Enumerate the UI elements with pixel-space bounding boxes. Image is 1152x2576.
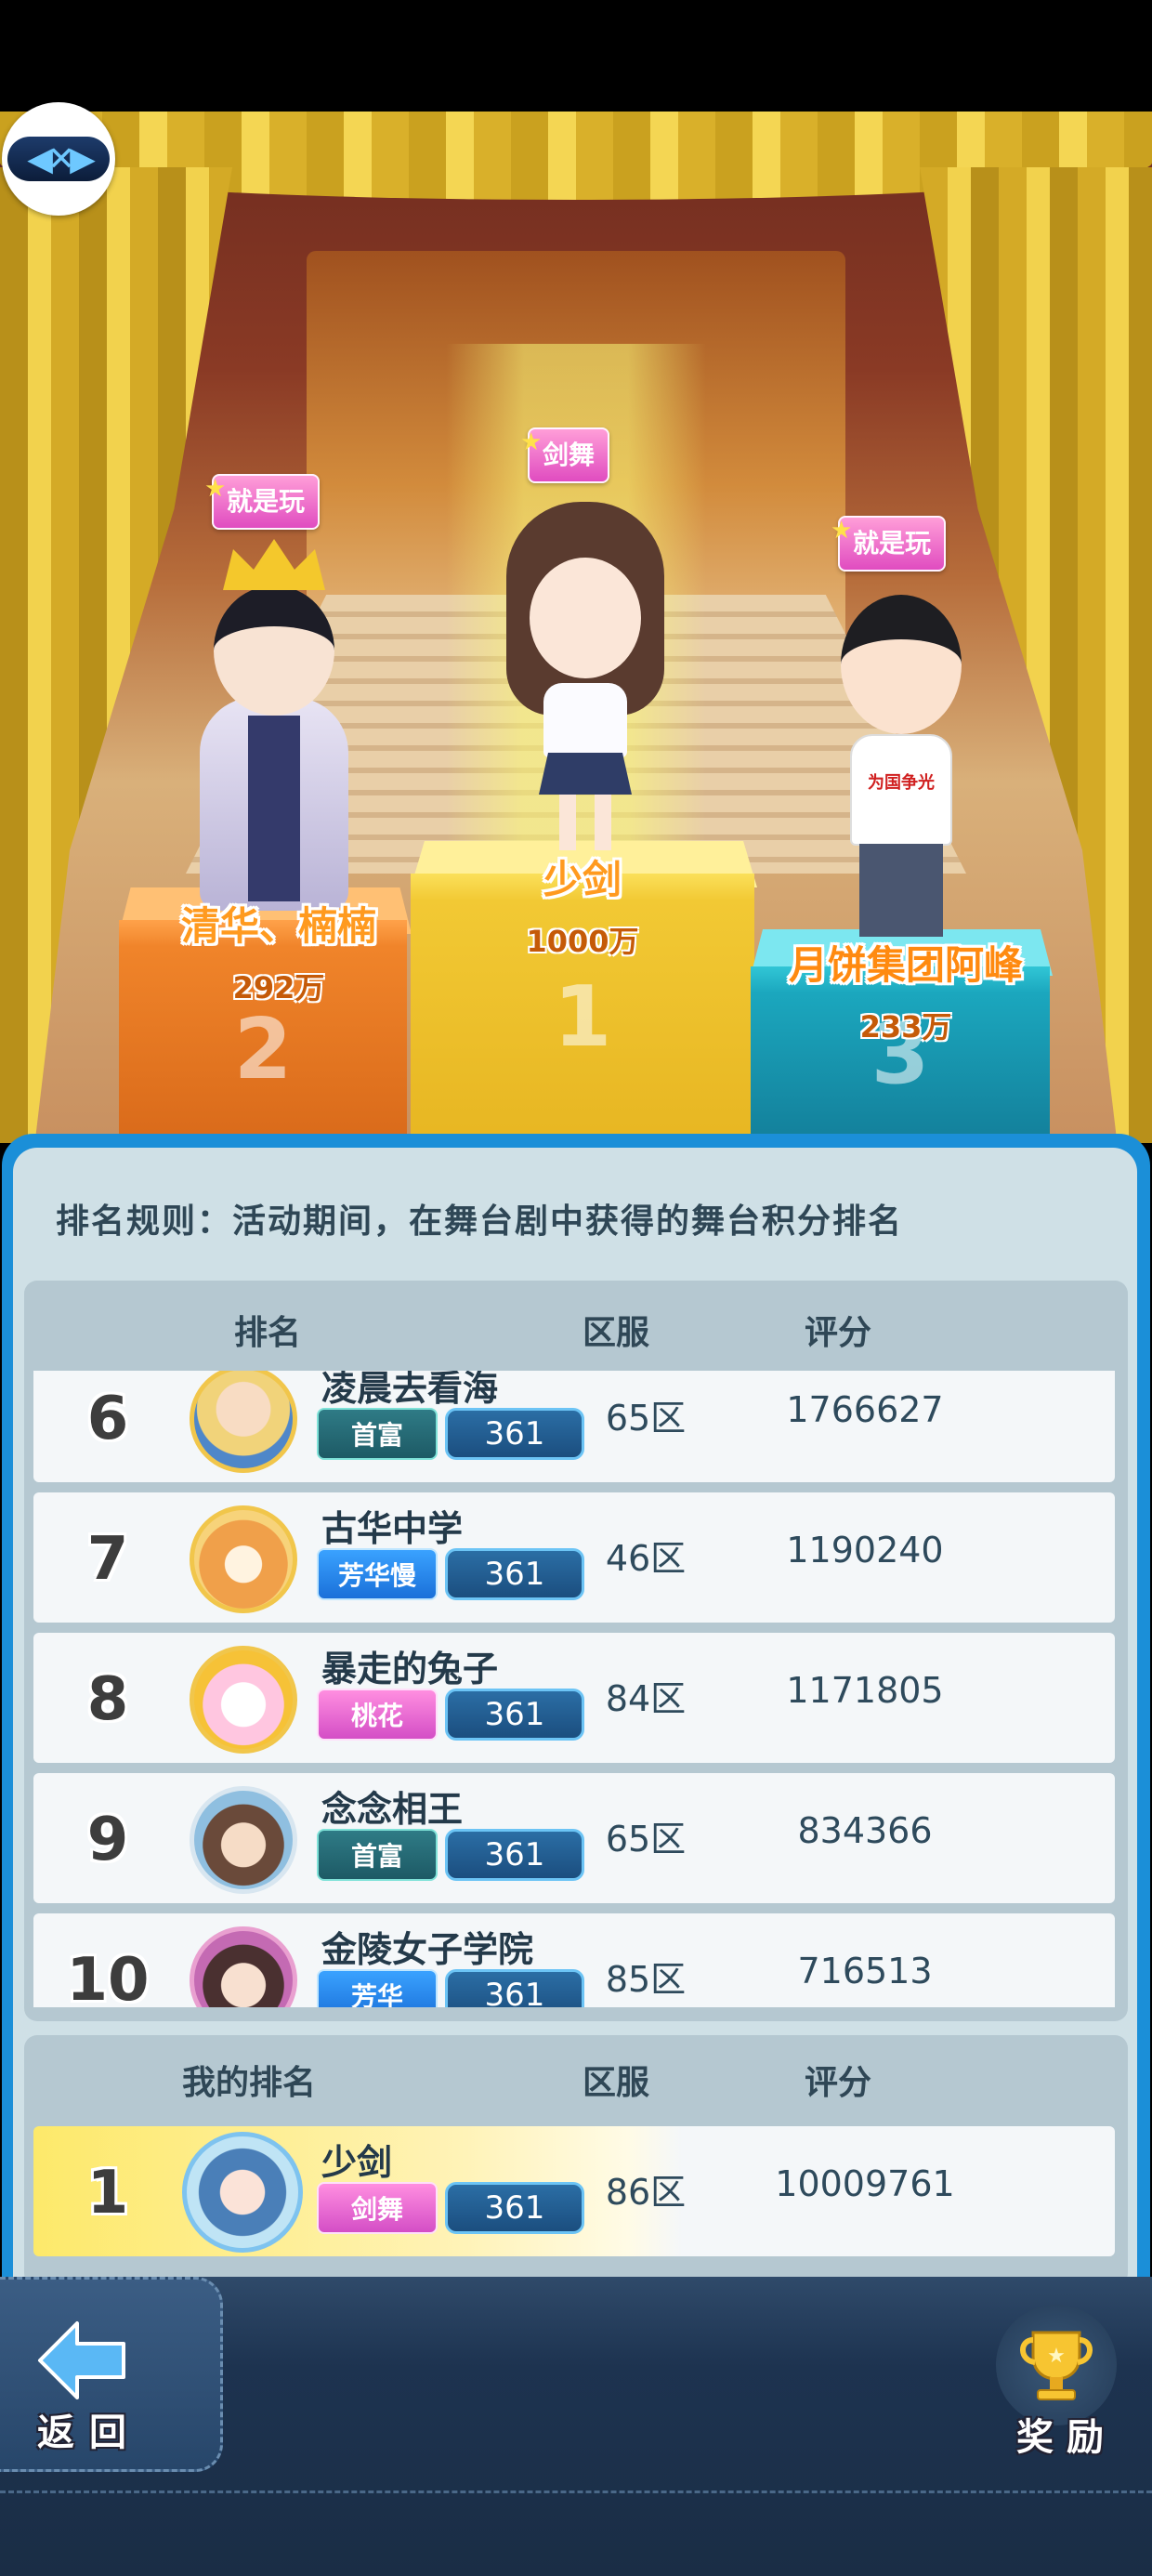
header-my-rank: 我的排名 [182, 2064, 317, 2102]
my-server: 86区 [605, 2172, 687, 2213]
podium-first: 1 [411, 874, 754, 1143]
header-my-server: 区服 [583, 2064, 650, 2102]
table-row[interactable]: 10 金陵女子学院 芳华 361 85区 716513 [33, 1913, 1115, 2007]
avatar[interactable] [190, 1505, 297, 1613]
level-badge: 361 [445, 1689, 584, 1741]
row-rank: 8 [86, 1665, 129, 1734]
back-label[interactable]: 返回 [37, 2402, 141, 2456]
bottom-stitch [0, 2491, 1152, 2495]
row-rank: 6 [86, 1385, 129, 1453]
row-score: 1766627 [786, 1389, 944, 1430]
my-title-tag: 剑舞 [317, 2182, 438, 2234]
table-row[interactable]: 8 暴走的兔子 桃花 361 84区 1171805 [33, 1633, 1115, 1763]
game-logo-icon[interactable]: ◀✕▶ [2, 102, 115, 216]
my-rank-row[interactable]: 1 少剑 剑舞 361 86区 10009761 [33, 2126, 1115, 2256]
level-badge: 361 [445, 1969, 584, 2007]
second-place-name: 清华、楠楠 [180, 903, 376, 949]
svg-text:★: ★ [1047, 2345, 1066, 2368]
player-name: 金陵女子学院 [321, 1929, 534, 1970]
podium-third: 3 [751, 966, 1050, 1143]
avatar[interactable] [190, 1926, 297, 2007]
ranking-list[interactable]: 6 凌晨去看海 首富 361 65区 1766627 7 古华中学 芳华慢 36… [33, 1371, 1115, 2007]
title-badge-third: ★ 就是玩 [831, 516, 947, 572]
character-first[interactable] [502, 502, 669, 855]
title-badge-second: ★ 就是玩 [204, 474, 321, 530]
character-third[interactable]: 为国争光 [818, 595, 985, 948]
back-arrow-icon[interactable] [35, 2314, 128, 2407]
row-rank: 9 [86, 1806, 129, 1874]
player-name: 暴走的兔子 [321, 1649, 499, 1689]
title-tag: 桃花 [317, 1689, 438, 1741]
shirt-text: 为国争光 [868, 773, 935, 793]
table-row[interactable]: 6 凌晨去看海 首富 361 65区 1766627 [33, 1371, 1115, 1482]
ranking-rules: 排名规则：活动期间，在舞台剧中获得的舞台积分排名 [56, 1203, 904, 1241]
player-name: 凌晨去看海 [321, 1371, 499, 1409]
header-score: 评分 [805, 1314, 872, 1352]
first-place-name: 少剑 [543, 857, 622, 902]
level-badge: 361 [445, 1829, 584, 1881]
table-row[interactable]: 7 古华中学 芳华慢 361 46区 1190240 [33, 1492, 1115, 1623]
third-place-score: 233万 [859, 1009, 952, 1045]
avatar[interactable] [190, 1371, 297, 1473]
avatar[interactable] [190, 1646, 297, 1754]
reward-label[interactable]: 奖励 [1016, 2407, 1117, 2461]
level-badge: 361 [445, 1548, 584, 1600]
level-badge: 361 [445, 1408, 584, 1460]
row-score: 1190240 [786, 1530, 944, 1571]
avatar[interactable] [190, 1786, 297, 1894]
podium-second: 2 [119, 920, 407, 1143]
row-rank: 7 [86, 1525, 129, 1594]
row-score: 1171805 [786, 1670, 944, 1711]
my-name: 少剑 [321, 2142, 393, 2183]
logo-emblem: ◀✕▶ [7, 137, 110, 181]
row-score: 716513 [797, 1951, 933, 1991]
my-level-badge: 361 [445, 2182, 584, 2234]
row-server: 65区 [605, 1819, 687, 1860]
table-row[interactable]: 9 念念相王 首富 361 65区 834366 [33, 1773, 1115, 1903]
header-rank: 排名 [234, 1314, 302, 1352]
my-score: 10009761 [775, 2163, 955, 2204]
row-score: 834366 [797, 1810, 933, 1851]
title-tag: 芳华慢 [317, 1548, 438, 1600]
row-server: 84区 [605, 1678, 687, 1719]
row-rank: 10 [66, 1946, 150, 2007]
trophy-graphic: ★ [1020, 2331, 1093, 2400]
player-name: 古华中学 [321, 1508, 464, 1549]
character-second[interactable] [181, 539, 367, 911]
header-my-score: 评分 [805, 2064, 872, 2102]
title-badge-first: ★ 剑舞 [520, 427, 610, 483]
header-server: 区服 [583, 1314, 650, 1352]
row-server: 46区 [605, 1538, 687, 1579]
title-tag: 芳华 [317, 1969, 438, 2007]
second-place-score: 292万 [232, 970, 325, 1005]
my-avatar[interactable] [182, 2132, 303, 2253]
third-place-name: 月饼集团阿峰 [788, 942, 1023, 988]
row-server: 65区 [605, 1398, 687, 1439]
player-name: 念念相王 [321, 1789, 464, 1830]
podium-number-2: 2 [233, 1001, 293, 1098]
title-tag: 首富 [317, 1408, 438, 1460]
title-tag: 首富 [317, 1829, 438, 1881]
first-place-score: 1000万 [526, 924, 639, 959]
row-server: 85区 [605, 1959, 687, 2000]
my-rank-number: 1 [86, 2159, 129, 2228]
podium-number-1: 1 [553, 968, 612, 1066]
